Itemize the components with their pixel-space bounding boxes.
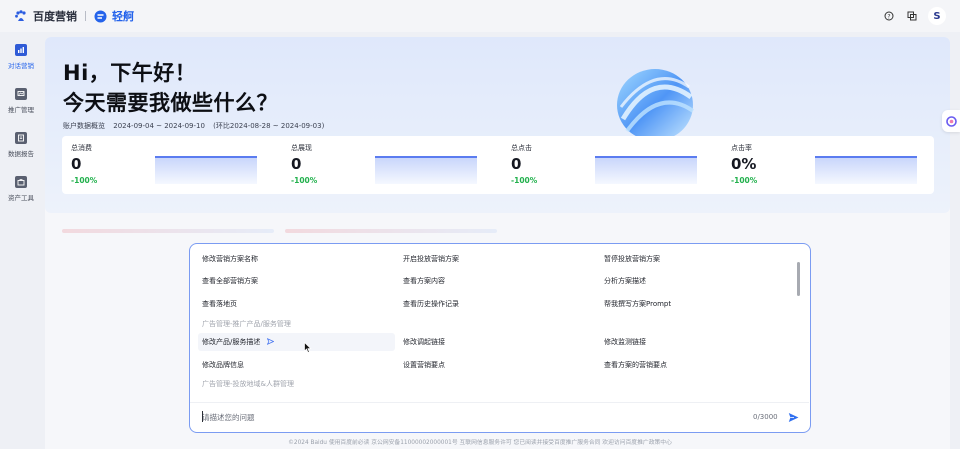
stat-change: -100% (291, 176, 318, 185)
stats-card: 总消费 0 -100% 总展现 0 -100% 总点击 0 -100% 点击率 … (62, 136, 934, 194)
assistant-float-button[interactable] (942, 110, 960, 132)
command-item[interactable]: 修改品牌信息 (202, 356, 244, 374)
page-footer: ©2024 Baidu 使用百度前必读 京公网安备11000002000001号… (288, 440, 672, 446)
stat-sparkline (375, 156, 477, 184)
svg-text:?: ? (887, 13, 890, 20)
command-item[interactable]: 设置营销要点 (403, 356, 445, 374)
brand-name: 百度营销 (33, 10, 77, 23)
command-list-scrollbar[interactable] (797, 262, 800, 296)
faded-card-placeholder (285, 229, 497, 233)
data-range: 账户数据概览 2024-09-04 ~ 2024-09-10 (环比2024-0… (63, 121, 330, 131)
brand-separator (85, 11, 86, 21)
stat-value: 0 (291, 155, 302, 173)
baidu-paw-icon (15, 10, 26, 21)
sidebar-item-reports[interactable]: 数据报告 (0, 132, 42, 158)
command-panel: 修改营销方案名称 开启投放营销方案 暂停投放营销方案 查看全部营销方案 查看方案… (189, 243, 811, 433)
greeting-question: 今天需要我做些什么？ (63, 91, 278, 115)
stat-change: -100% (731, 176, 758, 185)
stat-title: 总点击 (511, 144, 532, 152)
stat-title: 点击率 (731, 144, 752, 152)
command-group-heading: 广告管理-推广产品/服务管理 (202, 320, 291, 328)
sidebar-item-promotion[interactable]: 推广管理 (0, 88, 42, 114)
stat-sparkline (155, 156, 257, 184)
command-item[interactable]: 修改营销方案名称 (202, 250, 258, 268)
command-item[interactable]: 帮我撰写方案Prompt (604, 295, 671, 313)
layers-icon[interactable] (905, 9, 919, 23)
faded-card-placeholder (62, 229, 274, 233)
sidebar-item-label: 数据报告 (8, 150, 34, 158)
range-label: 账户数据概览 (63, 122, 105, 130)
greeting-title: Hi，下午好！ (63, 61, 197, 85)
panel-divider (190, 402, 809, 403)
sidebar: 对话营销 推广管理 数据报告 资产工具 (0, 32, 42, 449)
command-suggestion-list: 修改营销方案名称 开启投放营销方案 暂停投放营销方案 查看全部营销方案 查看方案… (190, 244, 812, 402)
stat-value: 0 (71, 155, 82, 173)
toolbox-icon (15, 176, 27, 188)
char-counter: 0/3000 (753, 413, 778, 421)
range-dates: 2024-09-04 ~ 2024-09-10 (113, 122, 205, 130)
help-icon[interactable]: ? (882, 9, 896, 23)
command-item[interactable]: 查看方案内容 (403, 272, 445, 290)
stat-change: -100% (71, 176, 98, 185)
command-item[interactable]: 查看历史操作记录 (403, 295, 459, 313)
monitor-icon (15, 88, 27, 100)
chat-chart-icon (15, 44, 27, 56)
command-item[interactable]: 开启投放营销方案 (403, 250, 459, 268)
report-icon (15, 132, 27, 144)
send-button[interactable] (787, 411, 800, 424)
stat-sparkline (595, 156, 697, 184)
sidebar-item-label: 资产工具 (8, 194, 34, 202)
command-item[interactable]: 查看方案的营销要点 (604, 356, 667, 374)
sidebar-item-dialog-marketing[interactable]: 对话营销 (0, 44, 42, 70)
command-item[interactable]: 暂停投放营销方案 (604, 250, 660, 268)
stat-value: 0 (511, 155, 522, 173)
command-item[interactable]: 查看落地页 (202, 295, 237, 313)
stat-total-impressions[interactable]: 总展现 0 -100% (282, 136, 500, 194)
text-caret (202, 411, 203, 422)
sidebar-item-assets[interactable]: 资产工具 (0, 176, 42, 202)
product-name: 轻舸 (112, 10, 134, 23)
qingge-logo-icon (94, 10, 107, 22)
stat-value: 0% (731, 155, 757, 173)
stat-total-spend[interactable]: 总消费 0 -100% (62, 136, 280, 194)
send-arrow-icon (266, 338, 274, 345)
command-item[interactable]: 修改调起链接 (403, 333, 445, 351)
command-item[interactable]: 分析方案描述 (604, 272, 646, 290)
stat-title: 总消费 (71, 144, 92, 152)
command-item[interactable]: 修改监测链接 (604, 333, 646, 351)
stat-total-clicks[interactable]: 总点击 0 -100% (502, 136, 720, 194)
range-compare: (环比2024-08-28 ~ 2024-09-03) (213, 122, 325, 130)
user-avatar[interactable]: S (928, 7, 946, 25)
question-input[interactable] (202, 410, 672, 424)
command-item[interactable]: 查看全部营销方案 (202, 272, 258, 290)
assistant-logo-icon (945, 115, 957, 127)
sidebar-item-label: 推广管理 (8, 106, 34, 114)
brand[interactable]: 百度营销 轻舸 (14, 8, 134, 24)
stat-ctr[interactable]: 点击率 0% -100% (722, 136, 940, 194)
stat-change: -100% (511, 176, 538, 185)
stat-title: 总展现 (291, 144, 312, 152)
mouse-cursor-icon (304, 342, 312, 354)
command-group-heading: 广告管理-投放地域&人群管理 (202, 380, 294, 388)
stat-sparkline (815, 156, 917, 184)
sidebar-item-label: 对话营销 (8, 62, 34, 70)
top-bar: 百度营销 轻舸 ? S (0, 0, 960, 32)
command-item-label: 修改产品/服务描述 (202, 338, 261, 346)
command-item-hovered[interactable]: 修改产品/服务描述 (202, 333, 274, 351)
send-icon (788, 413, 799, 422)
